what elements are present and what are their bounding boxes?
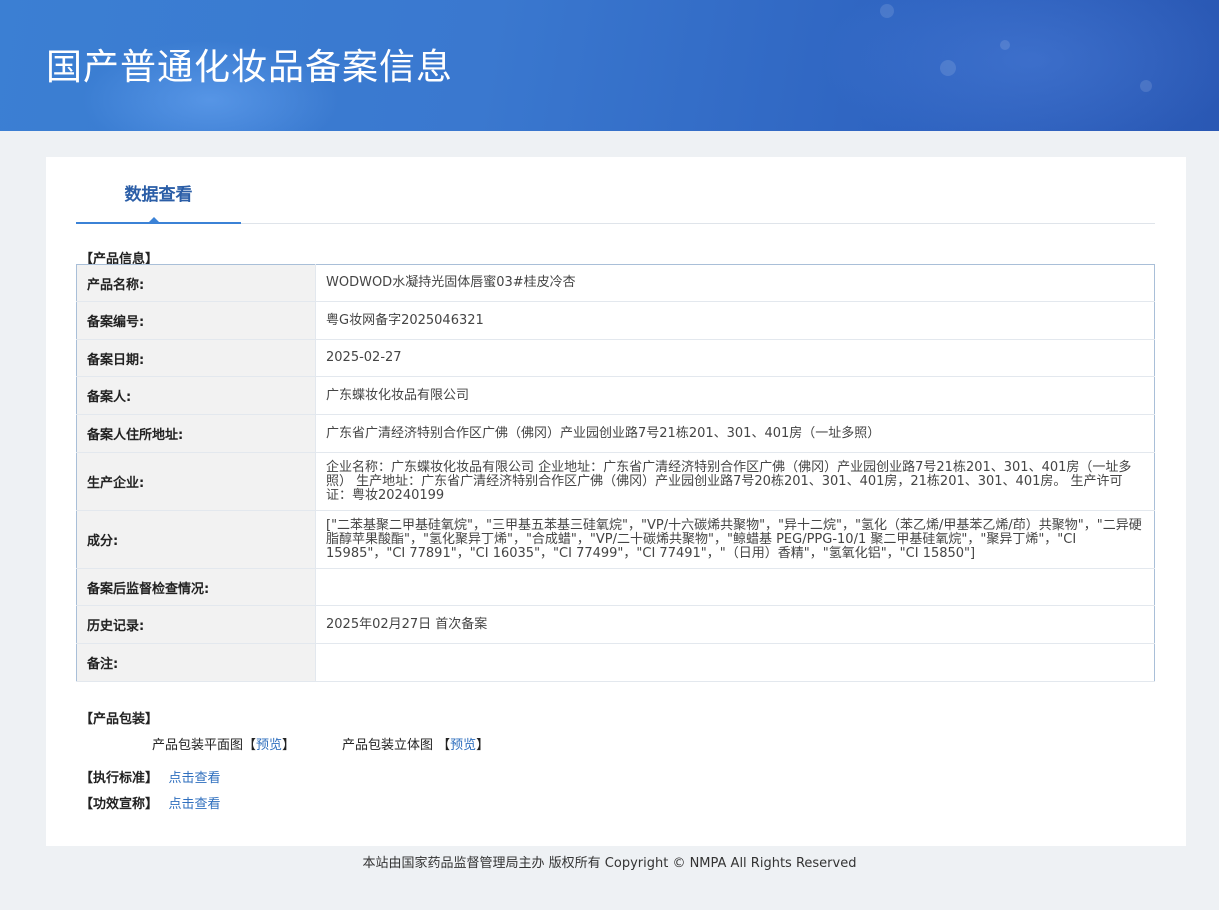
field-label: 备案编号: xyxy=(76,301,316,340)
footer-copyright: 本站由国家药品监督管理局主办 版权所有 Copyright © NMPA All… xyxy=(362,856,857,871)
field-value xyxy=(315,568,1155,606)
banner-decoration xyxy=(880,4,894,18)
tab-data-view[interactable]: 数据查看 xyxy=(76,181,241,224)
field-label: 备案后监督检查情况: xyxy=(76,568,316,606)
banner-decoration xyxy=(1000,40,1010,50)
standard-heading-text: 【执行标准】 xyxy=(80,771,159,786)
field-label: 备案人: xyxy=(76,376,316,415)
product-info-table: 产品名称: WODWOD水凝持光固体唇蜜03#桂皮冷杏 备案编号: 粤G妆网备字202… xyxy=(76,264,1155,682)
packaging-solid-preview-link[interactable]: 预览 xyxy=(450,738,476,753)
field-value: 广东蝶妆化妆品有限公司 xyxy=(315,376,1155,415)
content-card: 数据查看 【产品信息】 产品名称: WODWOD水凝持光固体唇蜜03#桂皮冷杏 备案… xyxy=(46,157,1186,846)
field-label: 备案人住所地址: xyxy=(76,414,316,453)
table-row: 生产企业: 企业名称：广东蝶妆化妆品有限公司 企业地址：广东省广清经济特别合作区广… xyxy=(76,452,1155,511)
field-label: 生产企业: xyxy=(76,452,316,511)
field-value: WODWOD水凝持光固体唇蜜03#桂皮冷杏 xyxy=(315,264,1155,302)
table-row: 备案人住所地址: 广东省广清经济特别合作区广佛（佛冈）产业园创业路7号21栋201… xyxy=(76,414,1155,453)
packaging-solid-row: 产品包装立体图 【预览】 xyxy=(342,734,489,753)
efficacy-view-link[interactable]: 点击查看 xyxy=(169,797,221,812)
efficacy-heading: 【功效宣称】 点击查看 xyxy=(80,793,221,812)
field-value: 广东省广清经济特别合作区广佛（佛冈）产业园创业路7号21栋201、301、401… xyxy=(315,414,1155,453)
table-row: 备案日期: 2025-02-27 xyxy=(76,339,1155,377)
table-row: 备案人: 广东蝶妆化妆品有限公司 xyxy=(76,376,1155,415)
banner-decoration xyxy=(1140,80,1152,92)
standard-view-link[interactable]: 点击查看 xyxy=(169,771,221,786)
field-value: 2025-02-27 xyxy=(315,339,1155,377)
field-label: 备案日期: xyxy=(76,339,316,377)
field-value xyxy=(315,643,1155,682)
table-row: 历史记录: 2025年02月27日 首次备案 xyxy=(76,605,1155,644)
packaging-flat-row: 产品包装平面图【预览】 xyxy=(152,734,295,753)
table-row: 产品名称: WODWOD水凝持光固体唇蜜03#桂皮冷杏 xyxy=(76,264,1155,302)
bracket-close: 】 xyxy=(476,738,490,753)
table-row: 备案后监督检查情况: xyxy=(76,568,1155,606)
banner-decoration xyxy=(820,0,1219,131)
banner-decoration xyxy=(940,60,956,76)
field-value: ["二苯基聚二甲基硅氧烷"，"三甲基五苯基三硅氧烷"，"VP/十六碳烯共聚物"，… xyxy=(315,510,1155,569)
field-value: 企业名称：广东蝶妆化妆品有限公司 企业地址：广东省广清经济特别合作区广佛（佛冈）… xyxy=(315,452,1155,511)
page-title: 国产普通化妆品备案信息 xyxy=(46,47,454,88)
tab-indicator-caret xyxy=(148,217,160,223)
packaging-heading: 【产品包装】 xyxy=(80,712,159,727)
tab-bar: 数据查看 xyxy=(76,181,1155,224)
efficacy-heading-text: 【功效宣称】 xyxy=(80,797,159,812)
table-row: 备注: xyxy=(76,643,1155,682)
table-row: 备案编号: 粤G妆网备字2025046321 xyxy=(76,301,1155,340)
field-value: 粤G妆网备字2025046321 xyxy=(315,301,1155,340)
bracket-open: 【 xyxy=(243,738,257,753)
packaging-flat-label: 产品包装平面图 xyxy=(152,738,244,753)
field-label: 产品名称: xyxy=(76,264,316,302)
field-label: 成分: xyxy=(76,510,316,569)
packaging-flat-preview-link[interactable]: 预览 xyxy=(256,738,282,753)
packaging-solid-label: 产品包装立体图 xyxy=(342,738,438,753)
standard-heading: 【执行标准】 点击查看 xyxy=(80,767,221,786)
header-banner: 国产普通化妆品备案信息 xyxy=(0,0,1219,131)
field-label: 历史记录: xyxy=(76,605,316,644)
tab-label: 数据查看 xyxy=(124,185,193,205)
table-row: 成分: ["二苯基聚二甲基硅氧烷"，"三甲基五苯基三硅氧烷"，"VP/十六碳烯共聚… xyxy=(76,510,1155,569)
field-label: 备注: xyxy=(76,643,316,682)
bracket-close: 】 xyxy=(282,738,296,753)
bracket-open: 【 xyxy=(437,738,451,753)
field-value: 2025年02月27日 首次备案 xyxy=(315,605,1155,644)
